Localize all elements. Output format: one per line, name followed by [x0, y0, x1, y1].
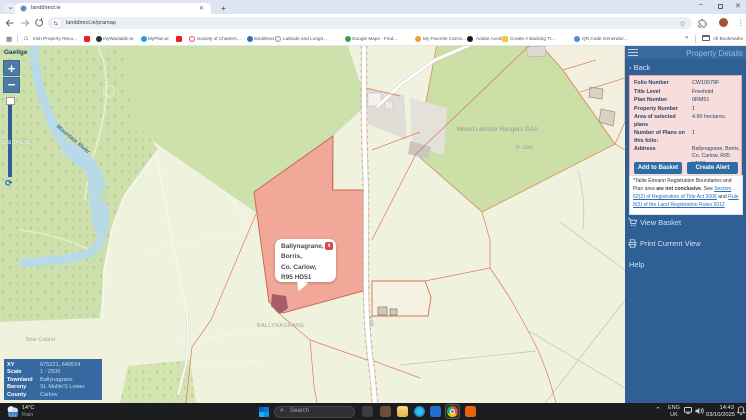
svg-text:N. GAA: N. GAA — [516, 145, 534, 151]
svg-text:Mount Leinster Rangers GAA: Mount Leinster Rangers GAA — [457, 126, 539, 133]
svg-text:BALLYNAGRANE: BALLYNAGRANE — [257, 323, 304, 329]
svg-text:Briar Coland: Briar Coland — [26, 337, 55, 343]
